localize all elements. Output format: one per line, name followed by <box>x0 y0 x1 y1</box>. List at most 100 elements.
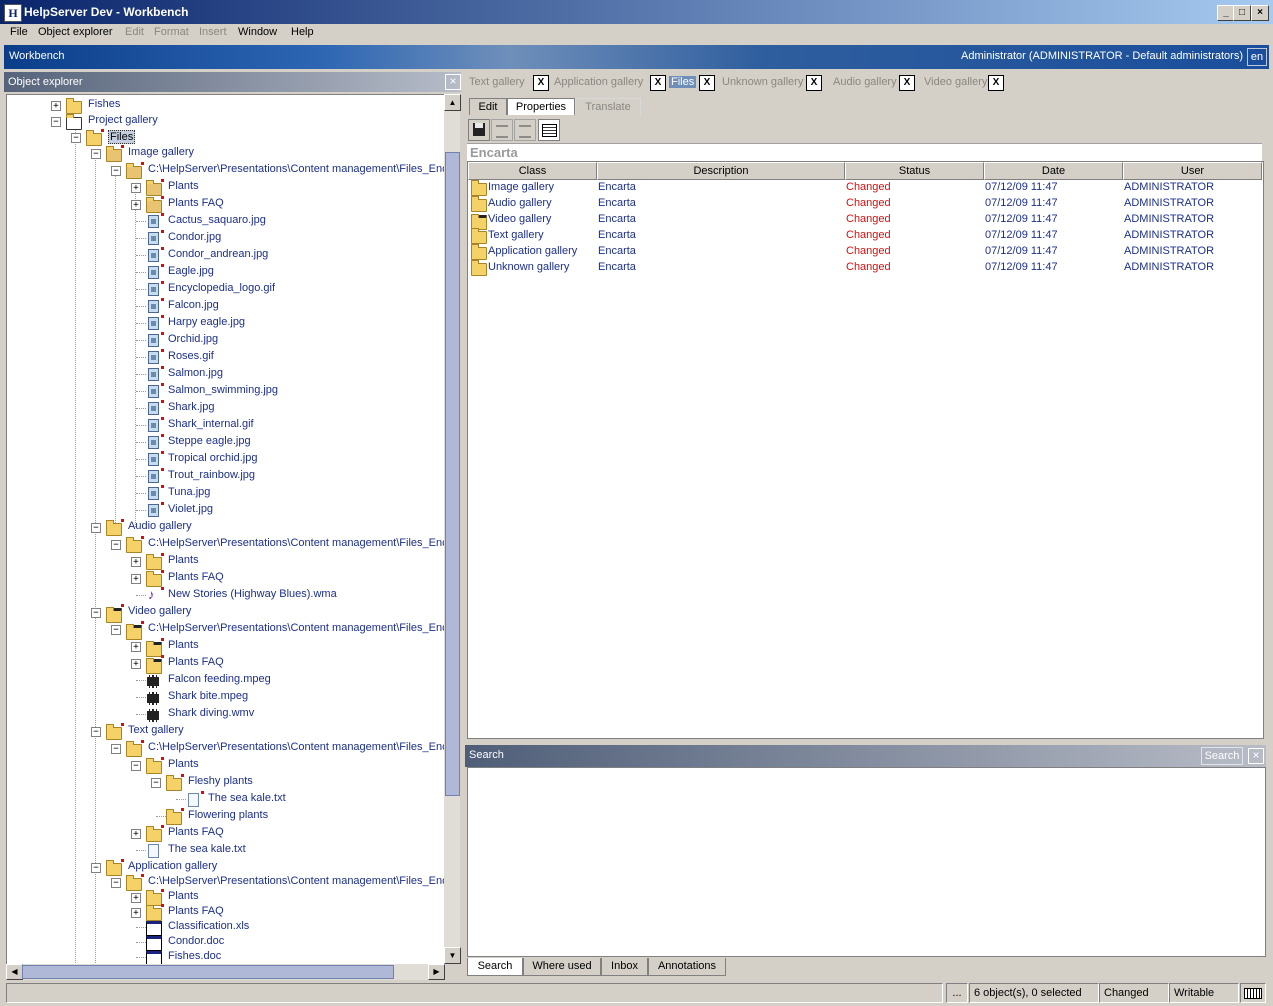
tree-node-label[interactable]: Plants FAQ <box>168 905 224 917</box>
tree-node[interactable]: − Audio gallery <box>7 519 445 536</box>
tree-node[interactable]: Classification.xls <box>7 919 445 936</box>
tree-node-label[interactable]: Fleshy plants <box>188 775 253 787</box>
collapse-icon[interactable]: − <box>91 863 101 873</box>
tree-node[interactable]: Shark diving.wmv <box>7 706 445 722</box>
tree-node[interactable]: − Video gallery <box>7 604 445 623</box>
collapse-icon[interactable]: − <box>91 727 101 737</box>
column-header-description[interactable]: Description <box>597 162 845 180</box>
column-header-date[interactable]: Date <box>984 162 1123 180</box>
indent-icon[interactable] <box>491 119 513 141</box>
tree-node-label[interactable]: Fishes <box>88 98 120 110</box>
tree-node[interactable]: Eagle.jpg <box>7 264 445 280</box>
tree-node[interactable]: Salmon.jpg <box>7 366 445 382</box>
tab-inbox[interactable]: Inbox <box>601 958 648 976</box>
tree-node[interactable]: Tropical orchid.jpg <box>7 451 445 467</box>
tab-translate[interactable]: Translate <box>575 98 641 115</box>
grid-row[interactable]: Video gallery Encarta Changed 07/12/09 11:4… <box>468 212 1263 230</box>
tab-annotations[interactable]: Annotations <box>648 958 726 976</box>
tree-node-label[interactable]: Project gallery <box>88 114 158 126</box>
tree-node-label[interactable]: Video gallery <box>128 605 191 617</box>
tree-node-label[interactable]: Plants <box>168 554 199 566</box>
tree-node-label[interactable]: Roses.gif <box>168 350 214 362</box>
expand-icon[interactable]: + <box>131 183 141 193</box>
tree-node-label[interactable]: Eagle.jpg <box>168 265 214 277</box>
expand-icon[interactable]: + <box>131 557 141 567</box>
tree-node-label[interactable]: C:\HelpServer\Presentations\Content mana… <box>148 741 445 753</box>
expand-icon[interactable]: + <box>131 574 141 584</box>
tree-node[interactable]: + Plants FAQ <box>7 904 445 921</box>
tree-node[interactable]: Tuna.jpg <box>7 485 445 501</box>
tree-node[interactable]: Violet.jpg <box>7 502 445 518</box>
tree-node[interactable]: − C:\HelpServer\Presentations\Content man… <box>7 162 445 179</box>
collapse-icon[interactable]: − <box>91 523 101 533</box>
search-panel-close-icon[interactable]: × <box>1248 748 1264 764</box>
tree-node-label[interactable]: Steppe eagle.jpg <box>168 435 251 447</box>
tree-node[interactable]: + Plants <box>7 638 445 657</box>
tab-close-icon[interactable]: X <box>899 75 915 91</box>
tab-where-used[interactable]: Where used <box>523 958 601 976</box>
tree-horizontal-scrollbar[interactable]: ◀ ▶ <box>6 964 445 980</box>
expand-icon[interactable]: + <box>131 829 141 839</box>
properties-grid[interactable]: Class Description Status Date User Image… <box>467 161 1264 739</box>
search-button[interactable]: Search <box>1201 747 1243 765</box>
document-tab[interactable]: Video gallery <box>924 76 987 88</box>
grid-row[interactable]: Text gallery Encarta Changed 07/12/09 11:47… <box>468 228 1263 244</box>
tree-node[interactable]: − C:\HelpServer\Presentations\Content man… <box>7 621 445 640</box>
tree-node-label[interactable]: C:\HelpServer\Presentations\Content mana… <box>148 163 445 175</box>
tree-node[interactable]: Steppe eagle.jpg <box>7 434 445 450</box>
tree-node[interactable]: − C:\HelpServer\Presentations\Content man… <box>7 536 445 553</box>
tree-node[interactable]: − Plants <box>7 757 445 774</box>
object-tree[interactable]: + Fishes − Project gallery − Files − Image gall… <box>6 94 445 965</box>
vertical-scroll-thumb[interactable] <box>445 152 460 796</box>
expand-icon[interactable]: + <box>131 908 141 918</box>
table-view-icon[interactable] <box>538 119 560 141</box>
tree-node-label[interactable]: Harpy eagle.jpg <box>168 316 245 328</box>
search-results-area[interactable] <box>467 767 1266 957</box>
tree-node-label[interactable]: Orchid.jpg <box>168 333 218 345</box>
tree-node-label[interactable]: Condor_andrean.jpg <box>168 248 268 260</box>
tree-node-label[interactable]: Trout_rainbow.jpg <box>168 469 255 481</box>
tab-close-icon[interactable]: X <box>988 75 1004 91</box>
tree-node[interactable]: The sea kale.txt <box>7 791 445 807</box>
collapse-icon[interactable]: − <box>111 878 121 888</box>
tree-node-label[interactable]: Fishes.doc <box>168 950 221 962</box>
tree-node-label[interactable]: Plants <box>168 890 199 902</box>
keyboard-icon[interactable] <box>1240 983 1266 1003</box>
collapse-icon[interactable]: − <box>131 761 141 771</box>
tree-node[interactable]: − Files <box>7 129 445 146</box>
tree-node-label[interactable]: Plants <box>168 758 199 770</box>
tree-node[interactable]: + Plants <box>7 179 445 196</box>
tree-node-label[interactable]: Audio gallery <box>128 520 192 532</box>
tab-close-icon[interactable]: X <box>806 75 822 91</box>
menu-object-explorer[interactable]: Object explorer <box>38 26 113 38</box>
tree-node[interactable]: Condor.doc <box>7 934 445 951</box>
grid-row[interactable]: Application gallery Encarta Changed 07/12/0… <box>468 244 1263 260</box>
tree-node[interactable]: − Application gallery <box>7 859 445 876</box>
tree-node[interactable]: − Project gallery <box>7 113 445 130</box>
tab-search[interactable]: Search <box>467 958 523 976</box>
status-ellipsis-button[interactable]: ... <box>946 983 968 1003</box>
menu-file[interactable]: File <box>10 26 28 38</box>
tree-node-label[interactable]: Plants <box>168 180 199 192</box>
tree-node-label[interactable]: Falcon feeding.mpeg <box>168 673 271 685</box>
collapse-icon[interactable]: − <box>71 133 81 143</box>
tree-node-label[interactable]: C:\HelpServer\Presentations\Content mana… <box>148 622 445 634</box>
tree-node-label[interactable]: Encyclopedia_logo.gif <box>168 282 275 294</box>
menu-window[interactable]: Window <box>238 26 277 38</box>
tree-node-label[interactable]: Shark_internal.gif <box>168 418 254 430</box>
tree-node[interactable]: Condor_andrean.jpg <box>7 247 445 263</box>
tree-node-label[interactable]: Salmon_swimming.jpg <box>168 384 278 396</box>
expand-icon[interactable]: + <box>51 101 61 111</box>
close-button[interactable]: × <box>1251 5 1269 21</box>
tree-node[interactable]: Encyclopedia_logo.gif <box>7 281 445 297</box>
maximize-button[interactable]: □ <box>1233 5 1251 21</box>
expand-icon[interactable]: + <box>131 642 141 652</box>
tree-node[interactable]: Harpy eagle.jpg <box>7 315 445 331</box>
tree-node[interactable]: + Plants FAQ <box>7 825 445 842</box>
tree-node-label[interactable]: Cactus_saquaro.jpg <box>168 214 266 226</box>
collapse-icon[interactable]: − <box>151 778 161 788</box>
tree-node[interactable]: Falcon feeding.mpeg <box>7 672 445 688</box>
collapse-icon[interactable]: − <box>111 625 121 635</box>
tree-node-label[interactable]: Text gallery <box>128 724 184 736</box>
document-tab[interactable]: Files <box>669 76 697 88</box>
